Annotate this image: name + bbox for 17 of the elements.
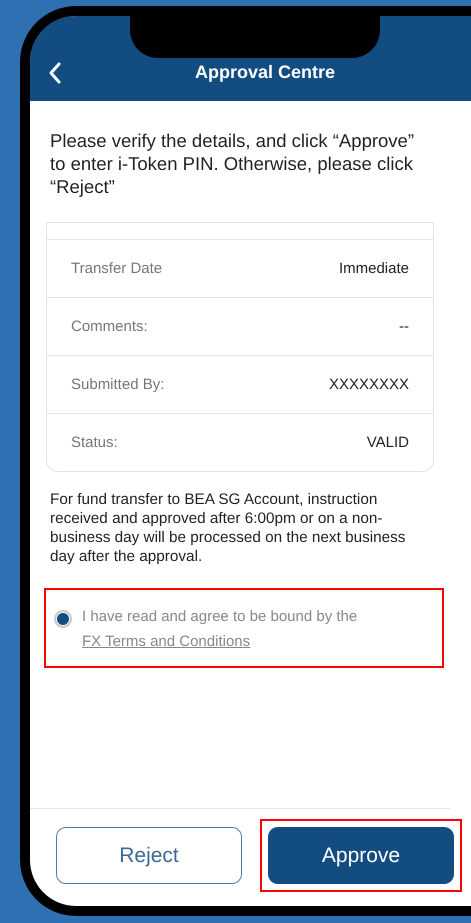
detail-label: Status:	[71, 434, 118, 451]
agreement-radio[interactable]	[54, 610, 72, 628]
instruction-text: Please verify the details, and click “Approve” to enter i-Token PIN. Otherwise, please click “Reject”	[50, 129, 416, 198]
agreement-text: I have read and agree to be bound by the	[82, 607, 358, 627]
screen-title: Approval Centre	[194, 62, 336, 83]
detail-label: Transfer Date	[71, 260, 162, 277]
detail-label: Comments:	[71, 318, 148, 335]
detail-value: --	[399, 318, 409, 335]
terms-link[interactable]: FX Terms and Conditions	[82, 633, 250, 650]
back-icon[interactable]	[48, 60, 62, 84]
action-button[interactable]: Approve	[268, 827, 454, 884]
detail-value: Immediate	[338, 260, 409, 277]
detail-value: VALID	[366, 434, 409, 451]
detail-value: XXXXXXXX	[328, 376, 409, 393]
notice-text: For fund transfer to BEA SG Account, instruction received and approved after 6:00pm or on a non-business day will be processed on the next business day after the approval.	[50, 490, 406, 566]
action-button[interactable]: Reject	[56, 827, 242, 884]
detail-label: Submitted By:	[71, 376, 164, 393]
